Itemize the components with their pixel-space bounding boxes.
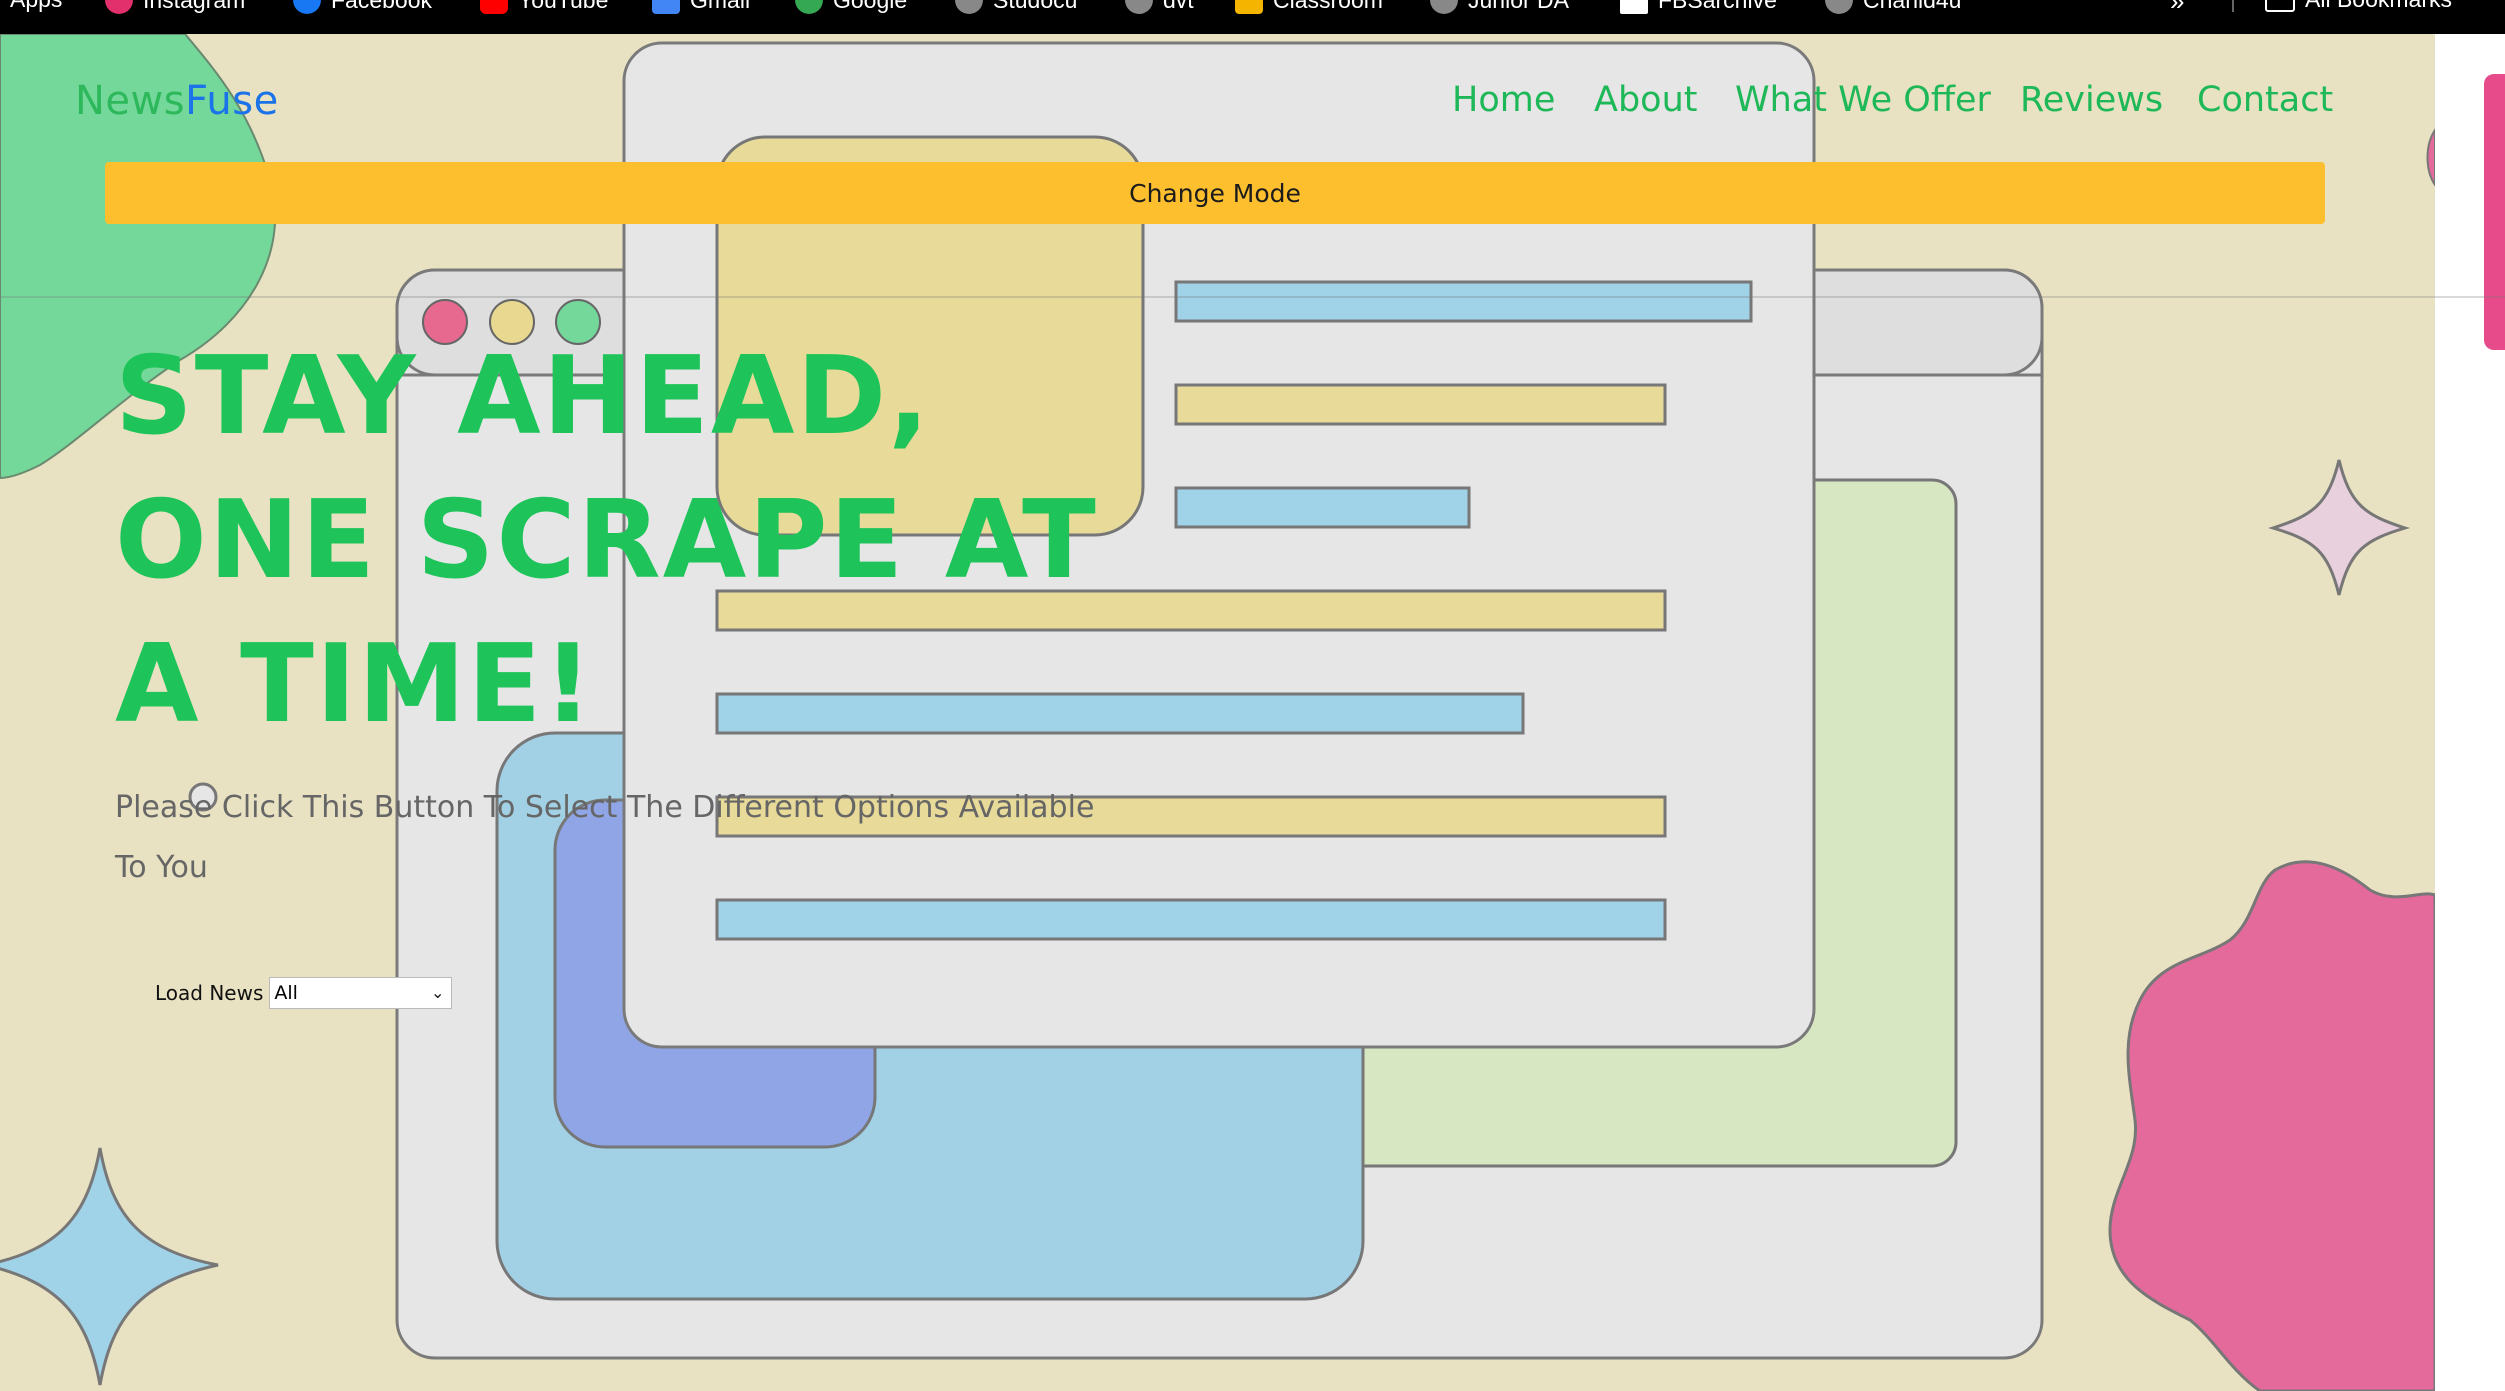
- globe-icon: [955, 0, 983, 14]
- bookmark-dvt[interactable]: dvt: [1125, 0, 1194, 14]
- folder-icon: [2265, 0, 2295, 12]
- nav-about[interactable]: About: [1594, 80, 1697, 120]
- scroll-accent: [2484, 74, 2505, 350]
- change-mode-button[interactable]: Change Mode: [105, 162, 2325, 224]
- bookmark-apps[interactable]: Apps: [10, 0, 62, 13]
- nav-what-we-offer[interactable]: What We Offer: [1735, 80, 1991, 120]
- site-logo[interactable]: NewsFuse: [75, 78, 279, 124]
- hero-title-line3: A TIME!: [115, 622, 595, 747]
- instagram-icon: [105, 0, 133, 14]
- gmail-icon: [652, 0, 680, 14]
- hero-title-line1: STAY AHEAD,: [115, 334, 932, 459]
- more-bookmarks-icon[interactable]: »: [2170, 0, 2184, 17]
- page-icon: [1620, 0, 1648, 14]
- youtube-icon: [480, 0, 508, 14]
- load-news-label: Load News: [155, 981, 264, 1005]
- nav-contact[interactable]: Contact: [2197, 80, 2333, 120]
- bookmark-fbsarchive[interactable]: FBSarchive: [1620, 0, 1777, 14]
- facebook-icon: [293, 0, 321, 14]
- bookmarks-bar: Apps Instagram Facebook YouTube Gmail Go…: [0, 0, 2505, 34]
- load-news-control: Load News All ⌄: [155, 977, 453, 1009]
- bookmark-instagram[interactable]: Instagram: [105, 0, 245, 14]
- all-bookmarks[interactable]: All Bookmarks: [2265, 0, 2452, 13]
- globe-icon: [1430, 0, 1458, 14]
- classroom-icon: [1235, 0, 1263, 14]
- header-divider: [0, 296, 2505, 298]
- blue-sparkle: [0, 1147, 219, 1386]
- bookmark-junior-da[interactable]: Junior DA: [1430, 0, 1569, 14]
- logo-part-fuse: Fuse: [185, 78, 279, 124]
- bookmark-studocu[interactable]: Studocu: [955, 0, 1077, 14]
- bookmark-youtube[interactable]: YouTube: [480, 0, 608, 14]
- hero-title-line2: ONE SCRAPE AT: [115, 478, 1098, 603]
- globe-icon: [1825, 0, 1853, 14]
- bookmark-chahid4u[interactable]: Chahid4u: [1825, 0, 1961, 14]
- bookmark-gmail[interactable]: Gmail: [652, 0, 750, 14]
- globe-icon: [1125, 0, 1153, 14]
- load-news-select[interactable]: All: [269, 977, 453, 1009]
- bookmarks-separator: [2232, 0, 2234, 12]
- pink-sparkle: [2267, 459, 2411, 596]
- bookmark-classroom[interactable]: Classroom: [1235, 0, 1383, 14]
- logo-part-news: News: [75, 78, 186, 124]
- google-icon: [795, 0, 823, 14]
- nav-home[interactable]: Home: [1452, 80, 1555, 120]
- pink-blob: [2108, 860, 2435, 1391]
- hero-title: STAY AHEAD, ONE SCRAPE AT A TIME!: [115, 325, 1155, 757]
- bookmark-facebook[interactable]: Facebook: [293, 0, 432, 14]
- bookmark-google[interactable]: Google: [795, 0, 907, 14]
- hero-subtitle: Please Click This Button To Select The D…: [115, 790, 1095, 885]
- load-news-select-wrap: All ⌄: [269, 977, 453, 1009]
- nav-reviews[interactable]: Reviews: [2020, 80, 2163, 120]
